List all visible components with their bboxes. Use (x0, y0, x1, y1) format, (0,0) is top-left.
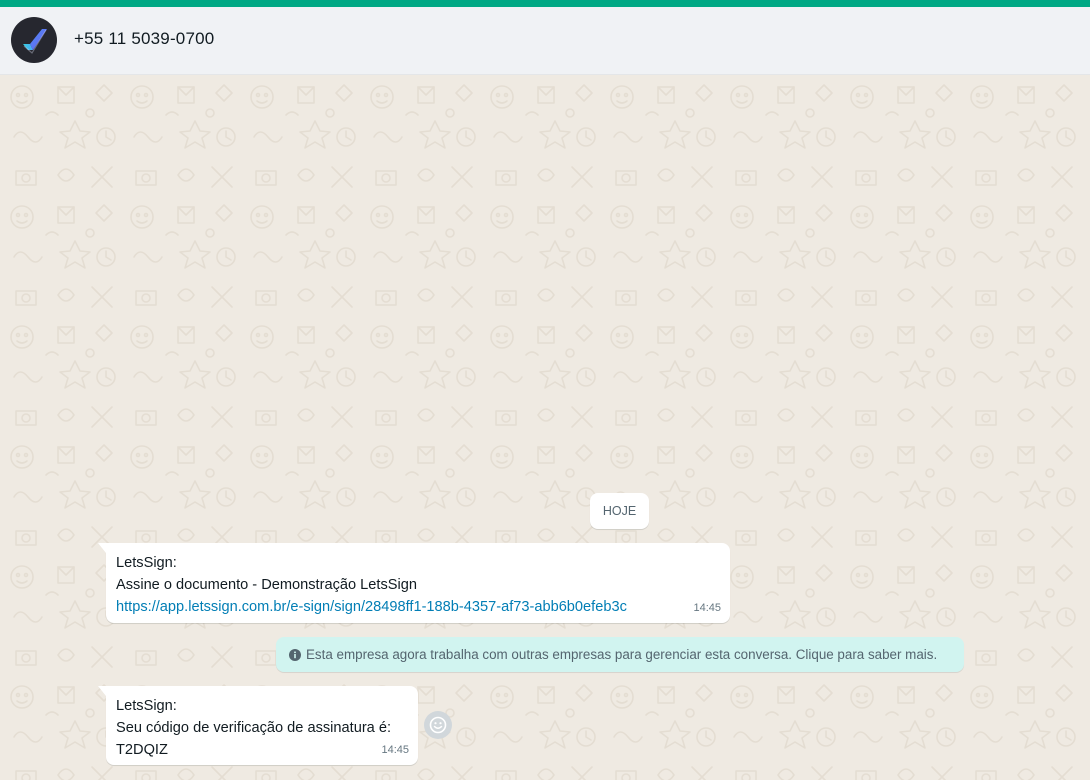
message-sender: LetsSign: (116, 555, 177, 571)
message-text: Assine o documento - Demonstração LetsSi… (116, 577, 417, 593)
letssign-logo-icon (23, 29, 47, 54)
react-button[interactable] (424, 711, 452, 739)
chat-wallpaper-doodles (0, 75, 1090, 780)
bubble-tail (98, 686, 106, 696)
message-sender: LetsSign: (116, 698, 177, 714)
verification-code: T2DQIZ (116, 742, 168, 758)
date-divider: HOJE (590, 493, 649, 529)
message-timestamp: 14:45 (693, 602, 721, 614)
top-accent-strip (0, 0, 1090, 7)
chat-header[interactable]: +55 11 5039-0700 (0, 7, 1090, 75)
emoji-smiley-icon (429, 716, 447, 734)
incoming-message-bubble[interactable]: LetsSign: Assine o documento - Demonstra… (98, 543, 730, 623)
incoming-message-bubble[interactable]: LetsSign: Seu código de verificação de a… (98, 686, 418, 765)
message-timestamp: 14:45 (381, 744, 409, 756)
notice-text: Esta empresa agora trabalha com outras e… (306, 647, 938, 662)
chat-panel[interactable]: HOJE LetsSign: Assine o documento - Demo… (0, 75, 1090, 780)
bubble-tail (98, 543, 106, 553)
business-system-notice[interactable]: Esta empresa agora trabalha com outras e… (276, 637, 964, 672)
document-sign-link[interactable]: https://app.letssign.com.br/e-sign/sign/… (116, 599, 627, 615)
contact-avatar[interactable] (11, 17, 57, 63)
info-icon (289, 649, 301, 661)
contact-phone-number[interactable]: +55 11 5039-0700 (74, 29, 214, 49)
message-text: Seu código de verificação de assinatura … (116, 720, 392, 736)
